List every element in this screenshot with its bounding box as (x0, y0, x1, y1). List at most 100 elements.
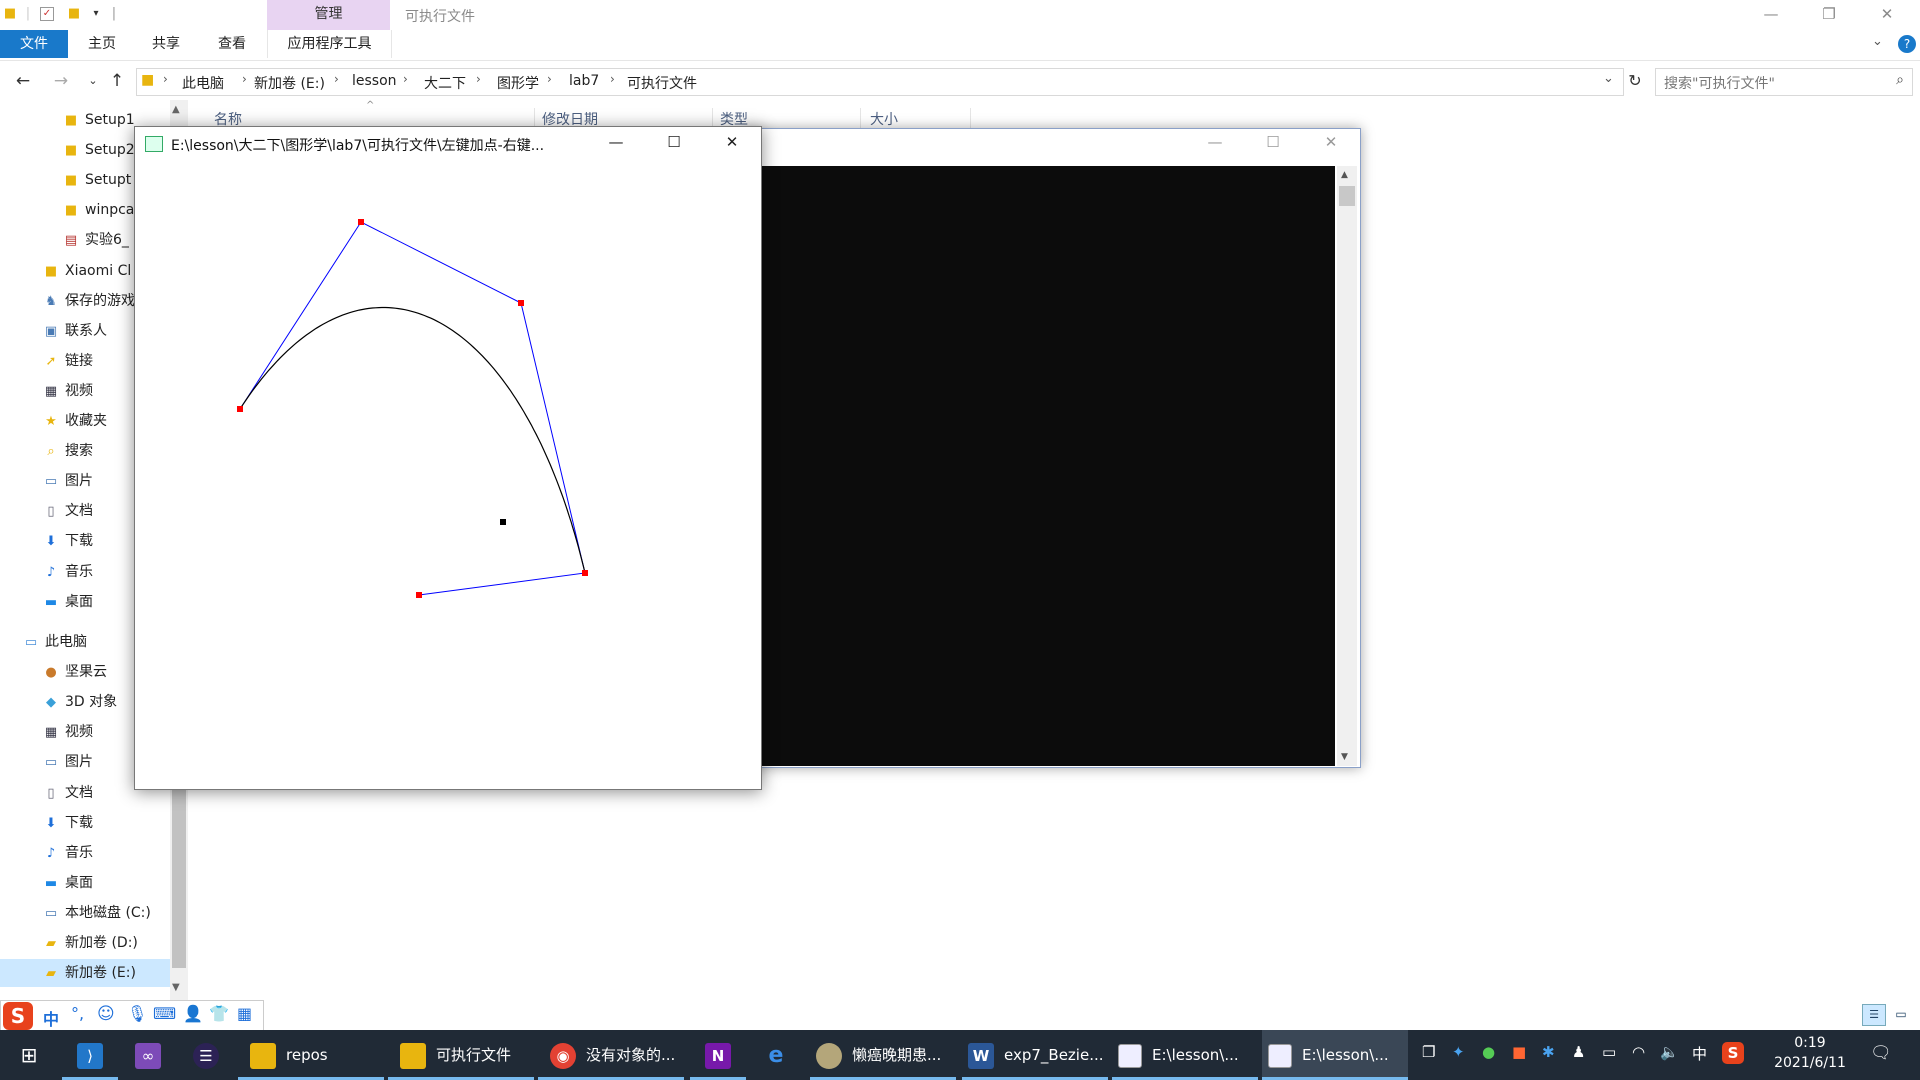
drive-e-icon: ▰ (46, 966, 56, 982)
sidebar-item[interactable]: ▰ 新加卷 (D:) (0, 929, 170, 957)
scroll-down-icon[interactable]: ▼ (1341, 752, 1348, 762)
maximize-button[interactable]: ☐ (1244, 133, 1302, 151)
tab-share[interactable]: 共享 (136, 30, 196, 58)
skin-icon[interactable]: 👕 (209, 1004, 229, 1023)
ime-indicator[interactable]: 中 (1692, 1043, 1707, 1064)
graphics-window-title-bar[interactable]: E:\lesson\大二下\图形学\lab7\可执行文件\左键加点-右键... … (135, 127, 761, 161)
breadcrumb-graphics[interactable]: 图形学 (497, 73, 539, 93)
folder-icon[interactable]: ■ (2, 6, 18, 22)
close-button[interactable]: ✕ (703, 133, 761, 151)
volume-icon[interactable]: 🔈 (1660, 1043, 1679, 1061)
search-icon[interactable]: ⌕ (1896, 72, 1904, 88)
up-button[interactable]: ↑ (104, 68, 130, 94)
breadcrumb-lab7[interactable]: lab7 (569, 73, 599, 89)
maximize-button[interactable]: ☐ (645, 133, 703, 151)
minimize-button[interactable]: — (1186, 133, 1244, 151)
chinese-mode-icon[interactable]: 中 (43, 1006, 59, 1030)
breadcrumb-this-pc[interactable]: 此电脑 (182, 73, 224, 93)
sidebar-item-label: 图片 (65, 754, 93, 771)
sidebar-item[interactable]: ♪ 音乐 (0, 839, 170, 867)
scroll-up-icon[interactable]: ▲ (1341, 170, 1348, 180)
minimize-button[interactable]: — (587, 133, 645, 151)
vscode-tray-icon[interactable]: ✦ (1452, 1043, 1465, 1061)
archive-icon: ▤ (64, 233, 78, 249)
close-button[interactable]: ✕ (1302, 133, 1360, 151)
breadcrumb-current[interactable]: 可执行文件 (627, 73, 697, 93)
keyboard-icon[interactable]: ⌨ (153, 1004, 176, 1023)
folder-icon: ■ (141, 72, 155, 88)
punctuation-icon[interactable]: °, (71, 1004, 84, 1023)
qq-icon[interactable]: ♟ (1572, 1043, 1585, 1061)
refresh-button[interactable]: ↻ (1622, 68, 1648, 94)
battery-icon[interactable]: ▭ (1602, 1043, 1616, 1061)
large-icons-view-icon[interactable]: ▭ (1890, 1004, 1912, 1024)
sidebar-item[interactable]: ▭ 本地磁盘 (C:) (0, 899, 170, 927)
address-bar[interactable]: ■ › 此电脑 › 新加卷 (E:) › lesson › 大二下 › 图形学 … (136, 68, 1624, 96)
taskbar-graphics-app[interactable]: E:\lesson\... (1262, 1030, 1408, 1080)
taskbar-word[interactable]: Wexp7_Bezie... (962, 1030, 1108, 1080)
new-folder-icon[interactable]: ■ (66, 6, 82, 22)
task-view-icon[interactable]: ❐ (1422, 1043, 1435, 1061)
console-scrollbar[interactable]: ▲ ▼ (1337, 166, 1357, 766)
taskbar-visual-studio[interactable]: ∞ (120, 1030, 176, 1080)
close-button[interactable]: ✕ (1858, 0, 1916, 30)
folder-icon: ■ (64, 143, 78, 159)
console-output[interactable] (760, 166, 1335, 766)
sidebar-item-label: 文档 (65, 503, 93, 520)
recent-locations-button[interactable]: ⌄ (80, 68, 106, 94)
taskbar-repos[interactable]: repos (238, 1030, 384, 1080)
sidebar-item[interactable]: ▰ 新加卷 (E:) (0, 959, 170, 988)
wechat-icon[interactable]: ● (1482, 1043, 1495, 1061)
search-input[interactable]: 搜索"可执行文件" ⌕ (1655, 68, 1913, 96)
tab-home[interactable]: 主页 (72, 30, 132, 58)
taskbar-chat[interactable]: 懒癌晚期患... (810, 1030, 956, 1080)
sidebar-item[interactable]: ⬇ 下载 (0, 809, 170, 837)
bezier-canvas[interactable] (135, 161, 761, 789)
notification-center-icon[interactable]: 🗨 (1870, 1043, 1892, 1063)
breadcrumb-lesson[interactable]: lesson (352, 73, 397, 89)
ribbon-expand-icon[interactable]: ⌄ (1872, 34, 1883, 49)
customize-arrow-icon[interactable]: ▾ (88, 6, 104, 22)
scroll-up-icon[interactable]: ▲ (172, 104, 180, 115)
breadcrumb-semester[interactable]: 大二下 (424, 73, 466, 93)
scroll-down-icon[interactable]: ▼ (172, 982, 180, 993)
details-view-icon[interactable]: ☰ (1862, 1004, 1886, 1026)
bluetooth-icon[interactable]: ✱ (1542, 1043, 1555, 1061)
taskbar-console-app[interactable]: E:\lesson\... (1112, 1030, 1258, 1080)
emoji-icon[interactable]: ☺ (97, 1004, 115, 1024)
windows-start-icon[interactable]: ⊞ (0, 1030, 58, 1080)
graphics-window[interactable]: E:\lesson\大二下\图形学\lab7\可执行文件\左键加点-右键... … (134, 126, 762, 790)
address-dropdown-icon[interactable]: ⌄ (1603, 71, 1614, 86)
user-icon[interactable]: 👤 (183, 1004, 203, 1023)
clock[interactable]: 0:19 2021/6/11 (1760, 1033, 1860, 1073)
back-button[interactable]: ← (10, 68, 36, 94)
restore-button[interactable]: ❐ (1800, 0, 1858, 30)
microphone-icon[interactable]: 🎙 (127, 1004, 147, 1023)
folder-icon: ■ (64, 113, 78, 128)
wifi-icon[interactable]: ◠ (1632, 1043, 1645, 1061)
taskbar-edge[interactable]: e (748, 1030, 804, 1080)
help-icon[interactable]: ? (1898, 35, 1916, 53)
sidebar-item[interactable]: ▬ 桌面 (0, 869, 170, 897)
properties-check-icon[interactable]: ✓ (40, 7, 54, 21)
nav-scrollbar-thumb[interactable] (172, 780, 186, 968)
taskbar-eclipse[interactable]: ☰ (178, 1030, 234, 1080)
3d-objects-icon: ◆ (46, 695, 56, 711)
sogou-tray-icon[interactable]: S (1722, 1042, 1744, 1064)
taskbar-chrome[interactable]: ◉ 没有对象的... (538, 1030, 684, 1080)
minimize-button[interactable]: — (1742, 0, 1800, 30)
toolbox-icon[interactable]: ▦ (237, 1004, 252, 1023)
tab-view[interactable]: 查看 (202, 30, 262, 58)
tab-app-tools[interactable]: 应用程序工具 (267, 30, 392, 58)
forward-button[interactable]: → (48, 68, 74, 94)
taskbar-vscode[interactable]: ⟩ (62, 1030, 118, 1080)
sogou-logo-icon[interactable]: S (3, 1002, 33, 1030)
control-point (582, 570, 588, 576)
sidebar-item-label: 链接 (65, 352, 93, 369)
taskbar-explorer[interactable]: 可执行文件 (388, 1030, 534, 1080)
console-scrollbar-thumb[interactable] (1339, 186, 1355, 206)
taskbar-onenote[interactable]: N (690, 1030, 746, 1080)
breadcrumb-drive-e[interactable]: 新加卷 (E:) (254, 73, 325, 93)
tab-file[interactable]: 文件 (0, 30, 68, 58)
app-tray-icon[interactable]: ■ (1512, 1043, 1526, 1061)
